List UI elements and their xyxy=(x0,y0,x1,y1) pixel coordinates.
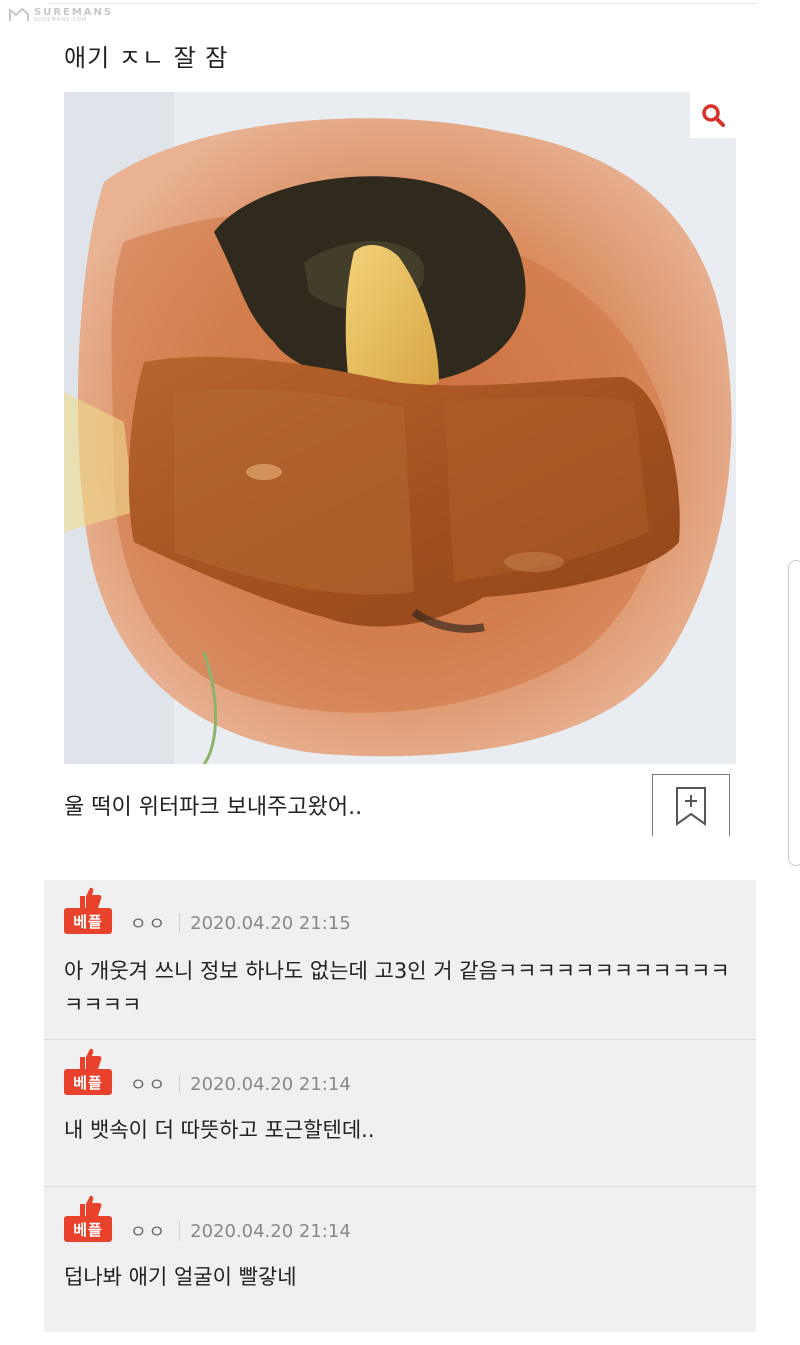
thumbs-up-icon xyxy=(80,1048,102,1070)
comment-text: 아 개웃겨 쓰니 정보 하나도 없는데 고3인 거 같음ㅋㅋㅋㅋㅋㅋㅋㅋㅋㅋㅋㅋ… xyxy=(64,959,730,1017)
post-title: 애기 ㅈㄴ 잘 잠 xyxy=(64,44,229,72)
comment-item: 베플 ㅇㅇ 2020.04.20 21:14 내 뱃속이 더 따뜻하고 포근할텐… xyxy=(44,1041,756,1187)
comment-text: 덥나봐 애기 얼굴이 빨갛네 xyxy=(64,1265,297,1289)
zoom-button[interactable] xyxy=(690,92,736,138)
best-comment-badge: 베플 xyxy=(64,1194,112,1246)
meta-divider xyxy=(179,913,181,933)
watermark: SUREMANS SUREMANS.COM xyxy=(8,6,113,24)
best-comment-badge: 베플 xyxy=(64,1047,112,1099)
best-comments-list: 베플 ㅇㅇ 2020.04.20 21:15 아 개웃겨 쓰니 정보 하나도 없… xyxy=(44,880,756,1332)
comment-author[interactable]: ㅇㅇ xyxy=(130,910,167,936)
post-photo[interactable] xyxy=(64,92,736,764)
watermark-text: SUREMANS xyxy=(34,6,114,18)
bookmark-button[interactable] xyxy=(652,774,730,836)
best-comment-badge: 베플 xyxy=(64,886,112,938)
comment-item: 베플 ㅇㅇ 2020.04.20 21:15 아 개웃겨 쓰니 정보 하나도 없… xyxy=(44,880,756,1040)
comment-date: 2020.04.20 21:14 xyxy=(190,1073,351,1095)
post-caption: 울 떡이 위터파크 보내주고왔어.. xyxy=(64,795,363,820)
comment-meta: ㅇㅇ 2020.04.20 21:14 xyxy=(130,1071,351,1097)
comment-date: 2020.04.20 21:15 xyxy=(190,912,351,934)
comment-meta: ㅇㅇ 2020.04.20 21:14 xyxy=(130,1218,351,1244)
comment-date: 2020.04.20 21:14 xyxy=(190,1220,351,1242)
bookmark-plus-icon xyxy=(676,786,706,826)
comment-item: 베플 ㅇㅇ 2020.04.20 21:14 덥나봐 애기 얼굴이 빨갛네 xyxy=(44,1188,756,1332)
comment-meta: ㅇㅇ 2020.04.20 21:15 xyxy=(130,910,351,936)
meta-divider xyxy=(179,1074,181,1094)
watermark-logo-icon xyxy=(9,7,29,21)
thumbs-up-icon xyxy=(80,887,102,909)
scroll-handle[interactable] xyxy=(788,560,800,866)
meta-divider xyxy=(179,1221,181,1241)
watermark-subtext: SUREMANS.COM xyxy=(34,16,88,23)
comment-text: 내 뱃속이 더 따뜻하고 포근할텐데.. xyxy=(64,1118,375,1142)
best-label: 베플 xyxy=(64,1069,112,1095)
comment-author[interactable]: ㅇㅇ xyxy=(130,1218,167,1244)
magnifier-icon xyxy=(702,104,725,127)
comment-author[interactable]: ㅇㅇ xyxy=(130,1071,167,1097)
top-divider xyxy=(48,0,756,4)
best-label: 베플 xyxy=(64,1216,112,1242)
thumbs-up-icon xyxy=(80,1195,102,1217)
best-label: 베플 xyxy=(64,908,112,934)
